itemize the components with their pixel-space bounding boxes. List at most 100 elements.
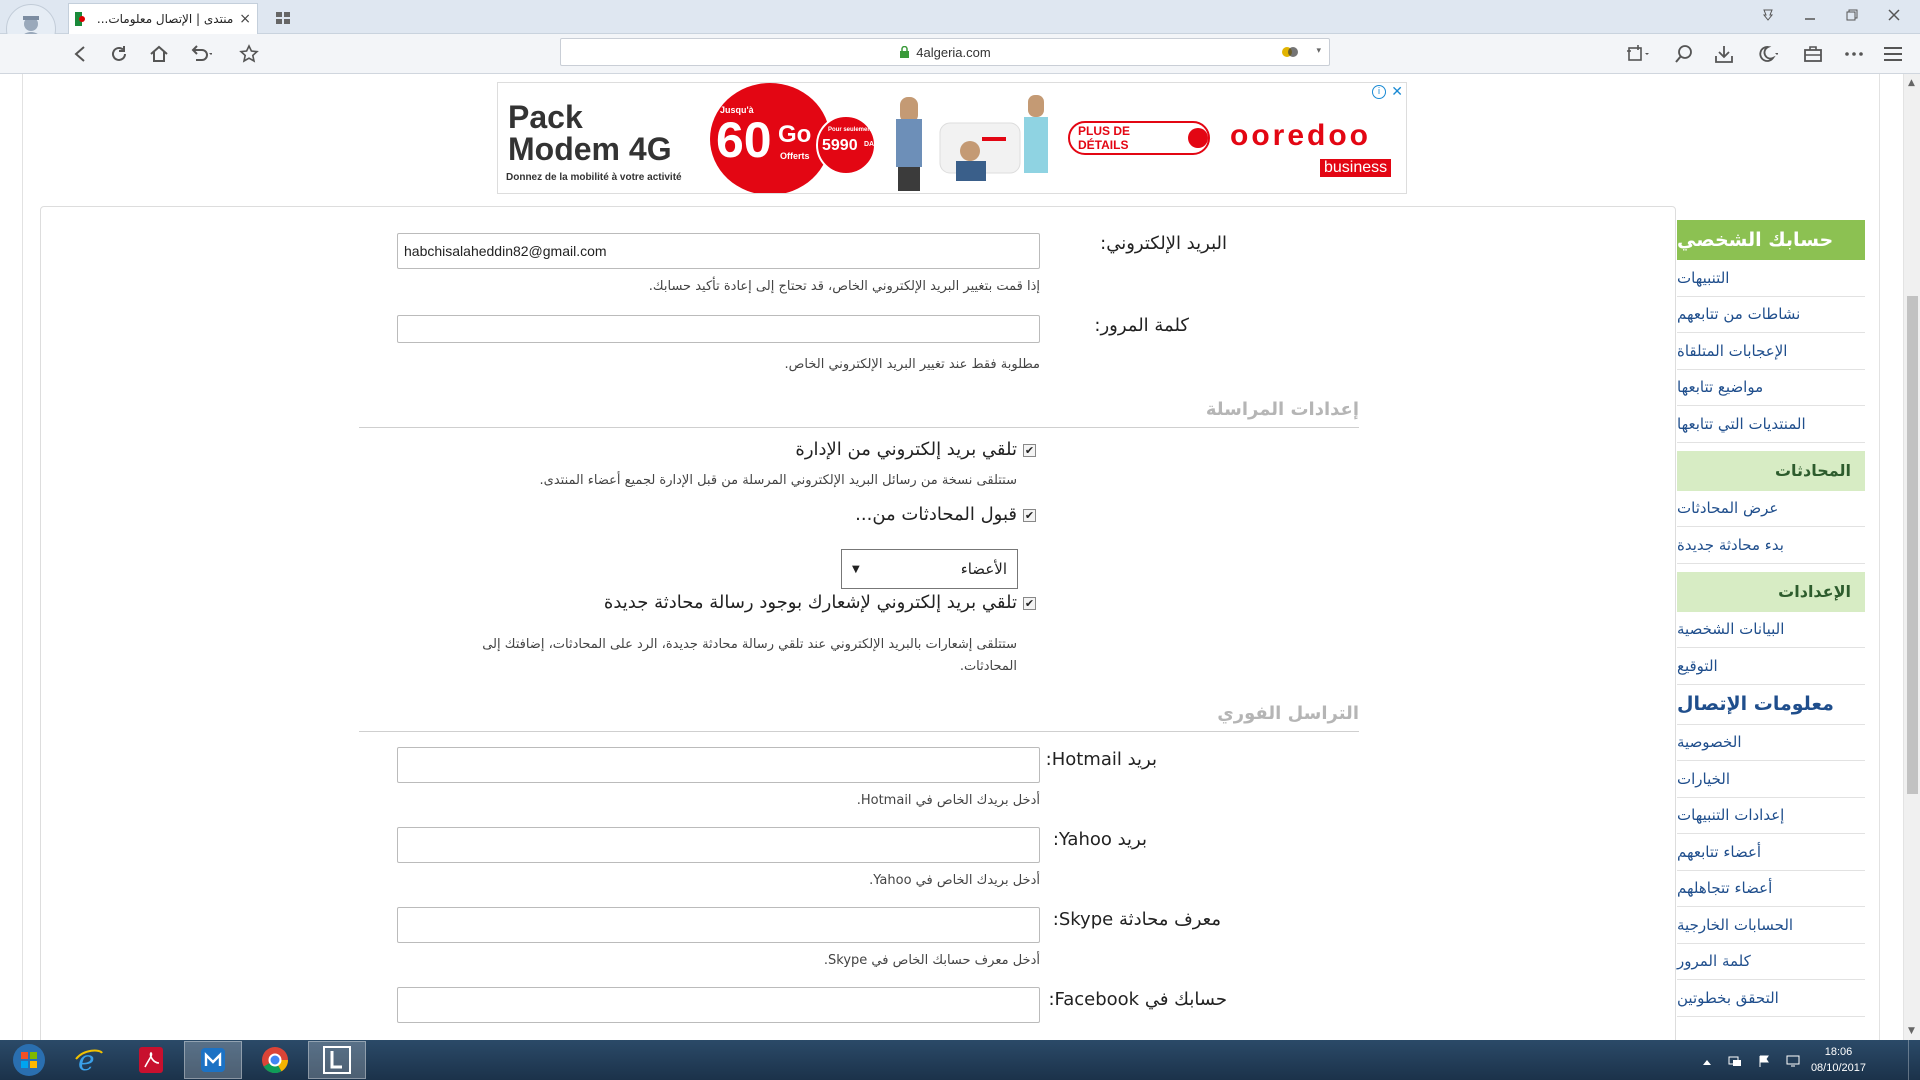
url-text: 4algeria.com <box>916 44 991 60</box>
restore-icon[interactable] <box>1846 6 1858 25</box>
conversations-from-value: الأعضاء <box>960 560 1007 578</box>
conversations-from-select[interactable]: ▼ الأعضاء <box>841 549 1018 589</box>
acrobat-reader-icon[interactable] <box>122 1041 180 1079</box>
sidebar-item-external-accounts[interactable]: الحسابات الخارجية <box>1677 907 1865 944</box>
sidebar-item-watched-threads[interactable]: مواضيع تتابعها <box>1677 370 1865 406</box>
sidebar-item-alerts[interactable]: التنبيهات <box>1677 260 1865 297</box>
chrome-icon[interactable] <box>246 1041 304 1079</box>
sidebar-item-view-conversations[interactable]: عرض المحادثات <box>1677 491 1865 527</box>
email-label: البريد الإلكتروني: <box>1100 233 1227 254</box>
ad-brand-sub: business <box>1320 159 1392 177</box>
clock-date: 08/10/2017 <box>1810 1062 1866 1074</box>
tab-title: منتدى | الإتصال معلومات... <box>96 12 234 26</box>
ad-cta-button[interactable]: PLUS DE DÉTAILS <box>1068 121 1210 155</box>
night-mode-icon[interactable] <box>1754 42 1778 66</box>
back-icon[interactable] <box>68 42 92 66</box>
address-dropdown-icon[interactable]: ▾ <box>1316 45 1321 56</box>
maxthon-browser-icon[interactable] <box>184 1041 242 1079</box>
undo-close-icon[interactable] <box>188 42 212 66</box>
browser-tab[interactable]: منتدى | الإتصال معلومات... × <box>68 3 258 34</box>
sidebar-item-password[interactable]: كلمة المرور <box>1677 944 1865 980</box>
contact-details-form: البريد الإلكتروني: إذا قمت بتغيير البريد… <box>40 206 1676 1040</box>
address-bar[interactable]: 4algeria.com ▾ <box>560 38 1330 66</box>
sidebar-item-likes-received[interactable]: الإعجابات المتلقاة <box>1677 333 1865 370</box>
accept-conversations-checkbox[interactable]: ✔ <box>1023 509 1036 522</box>
home-icon[interactable] <box>147 42 171 66</box>
sidebar-item-privacy[interactable]: الخصوصية <box>1677 725 1865 761</box>
sidebar-item-contact-details[interactable]: معلومات الإتصال <box>1677 685 1865 725</box>
minimize-icon[interactable] <box>1804 6 1816 25</box>
close-window-icon[interactable] <box>1888 6 1900 25</box>
password-label: كلمة المرور: <box>1094 315 1189 336</box>
admin-email-checkbox[interactable]: ✔ <box>1023 444 1036 457</box>
email-field[interactable] <box>397 233 1040 269</box>
hotmail-hint: أدخل بريدك الخاص في Hotmail. <box>856 793 1040 808</box>
ad-price: 5990 <box>822 137 858 154</box>
scroll-down-icon[interactable]: ▼ <box>1908 1026 1915 1036</box>
more-options-icon[interactable] <box>1842 42 1866 66</box>
menu-icon[interactable] <box>1881 42 1905 66</box>
sidebar-item-following[interactable]: أعضاء تتابعهم <box>1677 834 1865 871</box>
ad-info-icon[interactable]: i <box>1372 85 1386 99</box>
ad-go-unit: Go <box>778 121 812 148</box>
internet-explorer-icon[interactable]: e <box>60 1041 118 1079</box>
sidebar-item-two-step[interactable]: التحقق بخطوتين <box>1677 980 1865 1017</box>
sidebar-item-preferences[interactable]: الخيارات <box>1677 761 1865 798</box>
svg-text:e: e <box>78 1045 95 1075</box>
sidebar-item-alert-preferences[interactable]: إعدادات التنبيهات <box>1677 798 1865 834</box>
ad-brand-logo: ooredoo <box>1230 119 1371 152</box>
toolbox-icon[interactable] <box>1801 42 1825 66</box>
favorite-star-icon[interactable] <box>237 42 261 66</box>
hotmail-field[interactable] <box>397 747 1040 783</box>
ad-tagline: Donnez de la mobilité à votre activité <box>506 172 682 183</box>
network-icon[interactable] <box>1728 1052 1742 1071</box>
sidebar-item-ignoring[interactable]: أعضاء تتجاهلهم <box>1677 871 1865 907</box>
skype-label: معرف محادثة Skype: <box>1052 909 1221 930</box>
admin-email-label: تلقي بريد إلكتروني من الإدارة <box>795 439 1017 460</box>
skype-field[interactable] <box>397 907 1040 943</box>
sidebar-item-watched-forums[interactable]: المنتديات التي تتابعها <box>1677 406 1865 443</box>
ad-people-image <box>890 89 1060 193</box>
yahoo-field[interactable] <box>397 827 1040 863</box>
show-hidden-icons-icon[interactable] <box>1702 1052 1712 1071</box>
reload-icon[interactable] <box>107 42 131 66</box>
start-button-icon[interactable] <box>0 1041 58 1079</box>
chevron-down-icon: ▼ <box>852 563 860 575</box>
pin-window-icon[interactable] <box>1762 6 1774 25</box>
ad-close-icon[interactable]: ✕ <box>1391 84 1403 100</box>
web-page: Pack Modem 4G Donnez de la mobilité à vo… <box>0 74 1903 1040</box>
browser-toolbar: 4algeria.com ▾ <box>0 34 1920 74</box>
display-icon[interactable] <box>1786 1052 1800 1071</box>
page-scrollbar[interactable]: ▲ ▼ <box>1903 74 1920 1040</box>
scrollbar-thumb[interactable] <box>1907 296 1918 794</box>
skype-hint: أدخل معرف حسابك الخاص في Skype. <box>823 953 1040 968</box>
extension-icon[interactable] <box>1281 44 1299 63</box>
ad-banner[interactable]: Pack Modem 4G Donnez de la mobilité à vo… <box>497 82 1407 194</box>
sidebar-item-personal-details[interactable]: البيانات الشخصية <box>1677 612 1865 648</box>
app-window-icon[interactable] <box>308 1041 366 1079</box>
notify-email-checkbox[interactable]: ✔ <box>1023 597 1036 610</box>
scroll-up-icon[interactable]: ▲ <box>1908 78 1915 88</box>
sidebar-settings-head: الإعدادات <box>1677 571 1865 612</box>
password-hint: مطلوبة فقط عند تغيير البريد الإلكتروني ا… <box>784 357 1040 372</box>
tab-close-icon[interactable]: × <box>239 11 251 27</box>
password-field[interactable] <box>397 315 1040 343</box>
download-icon[interactable] <box>1712 42 1736 66</box>
sidebar-item-signature[interactable]: التوقيع <box>1677 648 1865 685</box>
ad-pack-text: Pack <box>508 99 583 135</box>
search-tool-icon[interactable] <box>1672 42 1696 66</box>
system-tray <box>1702 1052 1800 1071</box>
sidebar-head: حسابك الشخصي <box>1677 220 1865 260</box>
facebook-label: حسابك في Facebook: <box>1048 989 1227 1010</box>
section-instant-messaging: التراسل الفوري <box>1217 703 1359 724</box>
account-sidebar: حسابك الشخصي التنبيهات نشاطات من تتابعهم… <box>1677 220 1865 1017</box>
screenshot-icon[interactable] <box>1626 42 1650 66</box>
system-clock[interactable]: 18:06 08/10/2017 <box>1811 1044 1866 1076</box>
sidebar-item-start-conversation[interactable]: بدء محادثة جديدة <box>1677 527 1865 564</box>
show-desktop-button[interactable] <box>1908 1040 1920 1080</box>
facebook-field[interactable] <box>397 987 1040 1023</box>
ad-cta-label: PLUS DE DÉTAILS <box>1078 124 1131 152</box>
tab-list-icon[interactable] <box>276 9 290 28</box>
sidebar-item-following-activity[interactable]: نشاطات من تتابعهم <box>1677 297 1865 333</box>
action-center-flag-icon[interactable] <box>1758 1052 1770 1071</box>
